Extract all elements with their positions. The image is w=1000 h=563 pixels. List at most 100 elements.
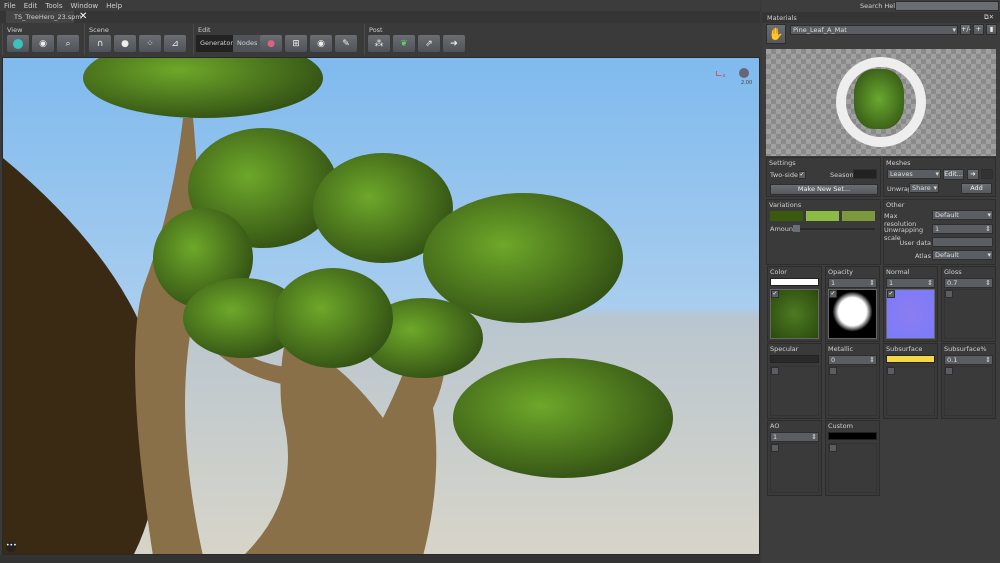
- max-resolution-select[interactable]: Default: [932, 210, 993, 220]
- axis-gizmo-icon: ∟x: [715, 70, 726, 80]
- group-label: View: [7, 26, 23, 34]
- two-sided-checkbox[interactable]: ✓: [798, 171, 806, 179]
- hand-icon[interactable]: ✋: [766, 24, 786, 44]
- gloss-input[interactable]: 0.7: [944, 278, 993, 288]
- menu-help[interactable]: Help: [106, 2, 122, 10]
- 3d-viewport[interactable]: ∟x 2.00 •••: [2, 57, 760, 555]
- variation-swatch-2[interactable]: [806, 211, 839, 221]
- light-gizmo-value: 2.00: [741, 80, 753, 86]
- gloss-checkbox[interactable]: [945, 290, 953, 298]
- channel-label: Subsurface: [886, 345, 923, 353]
- arrow-right-icon[interactable]: ➔: [443, 35, 465, 52]
- subsurface-percent-input[interactable]: 0.1: [944, 355, 993, 365]
- amount-slider-handle[interactable]: [793, 225, 800, 232]
- nodes-tab[interactable]: Nodes: [233, 35, 262, 52]
- toolbar: View ◉ ⌕ Scene ∩ ● ⁘ ⊿ Edit Generators N…: [0, 23, 760, 57]
- clipboard-icon[interactable]: ▮: [986, 24, 997, 35]
- mesh-select[interactable]: Leaves: [887, 169, 941, 179]
- menu-edit[interactable]: Edit: [24, 2, 38, 10]
- close-tab-icon[interactable]: ✕: [79, 11, 87, 23]
- season-label: Season: [830, 171, 854, 179]
- orbit-camera-icon[interactable]: ◉: [32, 35, 54, 52]
- atlas-label: Atlas: [914, 252, 931, 260]
- meshes-section: Meshes Leaves Edit... ➔ Unwrap Share Add: [883, 157, 996, 197]
- subsurface-percent-checkbox[interactable]: [945, 367, 953, 375]
- channel-label: Metallic: [828, 345, 854, 353]
- export-icon[interactable]: ⇗: [418, 35, 440, 52]
- material-preview[interactable]: [766, 49, 996, 156]
- specular-checkbox[interactable]: [771, 367, 779, 375]
- globe-icon[interactable]: [7, 35, 29, 52]
- color-checkbox[interactable]: ✓: [771, 290, 779, 298]
- particles-icon[interactable]: ⁘: [139, 35, 161, 52]
- channel-custom: Custom: [825, 420, 880, 496]
- subsurface-swatch[interactable]: [886, 355, 935, 363]
- more-options-icon[interactable]: •••: [6, 542, 17, 552]
- plus-minus-button[interactable]: +/-: [960, 24, 971, 35]
- group-label: Post: [369, 26, 383, 34]
- document-tab[interactable]: TS_TreeHero_23.spm: [6, 11, 82, 23]
- season-field[interactable]: [853, 169, 877, 179]
- menu-file[interactable]: File: [4, 2, 16, 10]
- paint-icon[interactable]: ●: [260, 35, 282, 52]
- ao-input[interactable]: 1: [770, 432, 819, 442]
- edit-mesh-button[interactable]: Edit...: [943, 169, 964, 180]
- light-gizmo-icon[interactable]: [739, 68, 749, 78]
- custom-checkbox[interactable]: [829, 444, 837, 452]
- wind-curve-icon[interactable]: ∩: [89, 35, 111, 52]
- user-data-input[interactable]: [932, 237, 993, 247]
- leaf-icon[interactable]: ❦: [393, 35, 415, 52]
- toolbar-group-scene: Scene ∩ ● ⁘ ⊿: [84, 24, 189, 55]
- opacity-input[interactable]: 1: [828, 278, 877, 288]
- fan-icon[interactable]: ⊿: [164, 35, 186, 52]
- menu-tools[interactable]: Tools: [45, 2, 62, 10]
- mesh-swatch: [981, 169, 993, 179]
- document-tab-bar: [0, 11, 760, 23]
- channel-label: Specular: [770, 345, 799, 353]
- custom-swatch[interactable]: [828, 432, 877, 440]
- add-material-button[interactable]: +: [973, 24, 984, 35]
- specular-swatch[interactable]: [770, 355, 819, 363]
- normal-input[interactable]: 1: [886, 278, 935, 288]
- add-mesh-button[interactable]: Add: [961, 183, 992, 194]
- unwrapping-scale-input[interactable]: 1: [932, 224, 993, 234]
- variation-swatch-3[interactable]: [842, 211, 875, 221]
- channel-subsurface: Subsurface: [883, 343, 938, 419]
- cluster-icon[interactable]: ⁂: [368, 35, 390, 52]
- subsurface-checkbox[interactable]: [887, 367, 895, 375]
- channel-label: Color: [770, 268, 787, 276]
- metallic-checkbox[interactable]: [829, 367, 837, 375]
- atlas-select[interactable]: Default: [932, 250, 993, 260]
- channel-opacity: Opacity 1 ✓: [825, 266, 880, 342]
- variations-section: Variations Amount: [766, 199, 881, 265]
- zoom-icon[interactable]: ⌕: [57, 35, 79, 52]
- channel-normal: Normal 1 ✓: [883, 266, 938, 342]
- float-close-icon[interactable]: ⧉✕: [984, 13, 994, 22]
- channel-subsurface-percent: Subsurface% 0.1: [941, 343, 996, 419]
- ao-checkbox[interactable]: [771, 444, 779, 452]
- eye-icon[interactable]: ◉: [310, 35, 332, 52]
- unwrap-select[interactable]: Share: [909, 183, 939, 193]
- amount-slider[interactable]: [795, 228, 875, 230]
- add-node-icon[interactable]: ⊞: [285, 35, 307, 52]
- search-help-input[interactable]: [895, 1, 999, 11]
- toolbar-group-view: View ◉ ⌕: [2, 24, 80, 55]
- panel-title: Materials: [767, 14, 797, 22]
- channel-label: Subsurface%: [944, 345, 987, 353]
- arrow-right-icon[interactable]: ➔: [967, 169, 979, 180]
- channel-label: Gloss: [944, 268, 962, 276]
- preview-leaf: [854, 69, 904, 129]
- light-icon[interactable]: ●: [114, 35, 136, 52]
- color-swatch[interactable]: [770, 278, 819, 286]
- material-select[interactable]: Pine_Leaf_A_Mat: [790, 25, 958, 35]
- metallic-input[interactable]: 0: [828, 355, 877, 365]
- menu-window[interactable]: Window: [71, 2, 99, 10]
- amount-label: Amount: [770, 225, 796, 233]
- opacity-checkbox[interactable]: ✓: [829, 290, 837, 298]
- variation-swatch-1[interactable]: [770, 211, 803, 221]
- channel-ao: AO 1: [767, 420, 822, 496]
- normal-checkbox[interactable]: ✓: [887, 290, 895, 298]
- channel-gloss: Gloss 0.7: [941, 266, 996, 342]
- make-new-set-button[interactable]: Make New Set...: [770, 184, 878, 195]
- brush-icon[interactable]: ✎: [335, 35, 357, 52]
